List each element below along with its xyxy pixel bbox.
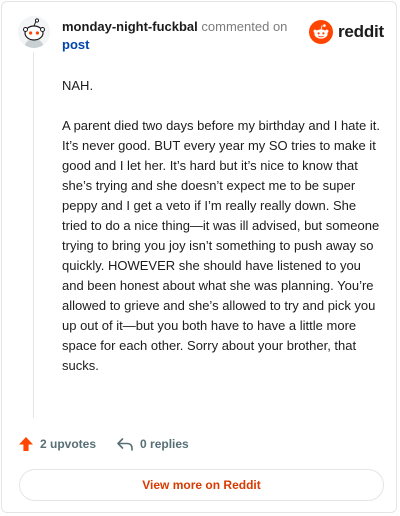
avatar[interactable] xyxy=(18,16,50,48)
view-more-on-reddit-button[interactable]: View more on Reddit xyxy=(19,469,384,501)
reply-count[interactable]: 0 replies xyxy=(116,436,189,452)
reddit-logo[interactable]: reddit xyxy=(308,20,384,44)
upvote-label: 2 upvotes xyxy=(40,437,97,451)
comment-header: monday-night-fuckbal commented on post r… xyxy=(2,2,398,62)
upvote-count[interactable]: 2 upvotes xyxy=(18,436,96,452)
reply-arrow-icon xyxy=(117,438,133,451)
comment-body: NAH. A parent died two days before my bi… xyxy=(62,76,380,396)
comment-footer: 2 upvotes 0 replies xyxy=(18,434,189,454)
commented-on-text: commented on xyxy=(201,19,288,34)
reddit-snoo-icon xyxy=(308,20,333,44)
author-link[interactable]: monday-night-fuckbal xyxy=(62,19,198,34)
comment-paragraph: NAH. xyxy=(62,78,94,93)
thread-line xyxy=(33,52,34,418)
reddit-comment-embed: monday-night-fuckbal commented on post r… xyxy=(1,1,397,513)
snoo-avatar-icon xyxy=(18,16,50,48)
reply-label: 0 replies xyxy=(140,437,189,451)
upvote-arrow-icon xyxy=(19,437,33,451)
comment-paragraph: A parent died two days before my birthda… xyxy=(62,118,380,373)
post-link[interactable]: post xyxy=(62,37,89,52)
author-line: monday-night-fuckbal commented on post xyxy=(62,18,312,54)
reddit-wordmark: reddit xyxy=(337,22,384,41)
